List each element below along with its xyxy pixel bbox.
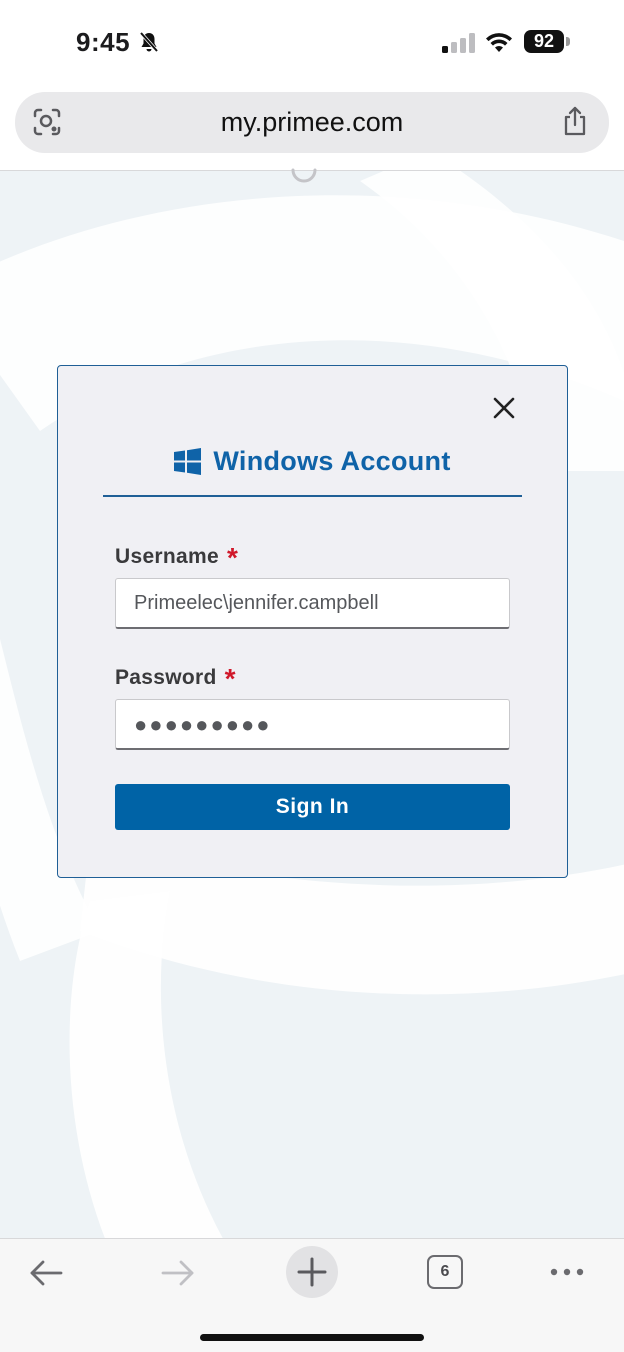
url-bar[interactable]: my.primee.com (15, 92, 609, 153)
tabs-button[interactable]: 6 (427, 1255, 463, 1289)
home-indicator (200, 1334, 424, 1341)
lens-icon[interactable] (33, 108, 61, 136)
status-time: 9:45 (76, 27, 131, 57)
new-tab-button[interactable] (286, 1246, 338, 1298)
windows-logo-icon (174, 448, 202, 475)
battery-indicator: 92 (524, 30, 564, 53)
close-icon[interactable] (488, 392, 520, 424)
password-label: Password * (115, 659, 236, 694)
browser-toolbar: 6 (0, 1238, 624, 1352)
password-required-mark: * (224, 663, 236, 694)
forward-icon[interactable] (160, 1259, 196, 1287)
back-icon[interactable] (28, 1259, 64, 1287)
dialog-title-wrap: Windows Account (174, 446, 450, 477)
password-label-text: Password (115, 666, 217, 689)
sign-in-button[interactable]: Sign In (115, 784, 510, 830)
share-icon[interactable] (562, 106, 588, 136)
bell-slash-icon (139, 31, 159, 53)
signal-icon (442, 33, 475, 53)
plus-icon (297, 1257, 327, 1287)
url-text[interactable]: my.primee.com (15, 107, 609, 138)
more-icon[interactable] (549, 1267, 585, 1277)
password-input[interactable]: ●●●●●●●●● (115, 699, 510, 750)
wifi-icon (486, 33, 512, 52)
username-input[interactable]: Primeelec\jennifer.campbell (115, 578, 510, 629)
loading-spinner-icon (291, 168, 317, 183)
dialog-title: Windows Account (213, 446, 451, 476)
username-label: Username * (115, 538, 239, 573)
dialog-header: Windows Account (58, 446, 567, 486)
windows-account-dialog: Windows Account Username * Primeelec\jenn… (57, 365, 568, 878)
username-required-mark: * (226, 542, 239, 573)
status-bar: 9:45 92 (0, 0, 624, 86)
username-label-text: Username (115, 545, 219, 568)
battery-nub (566, 37, 570, 46)
title-divider (103, 495, 522, 497)
